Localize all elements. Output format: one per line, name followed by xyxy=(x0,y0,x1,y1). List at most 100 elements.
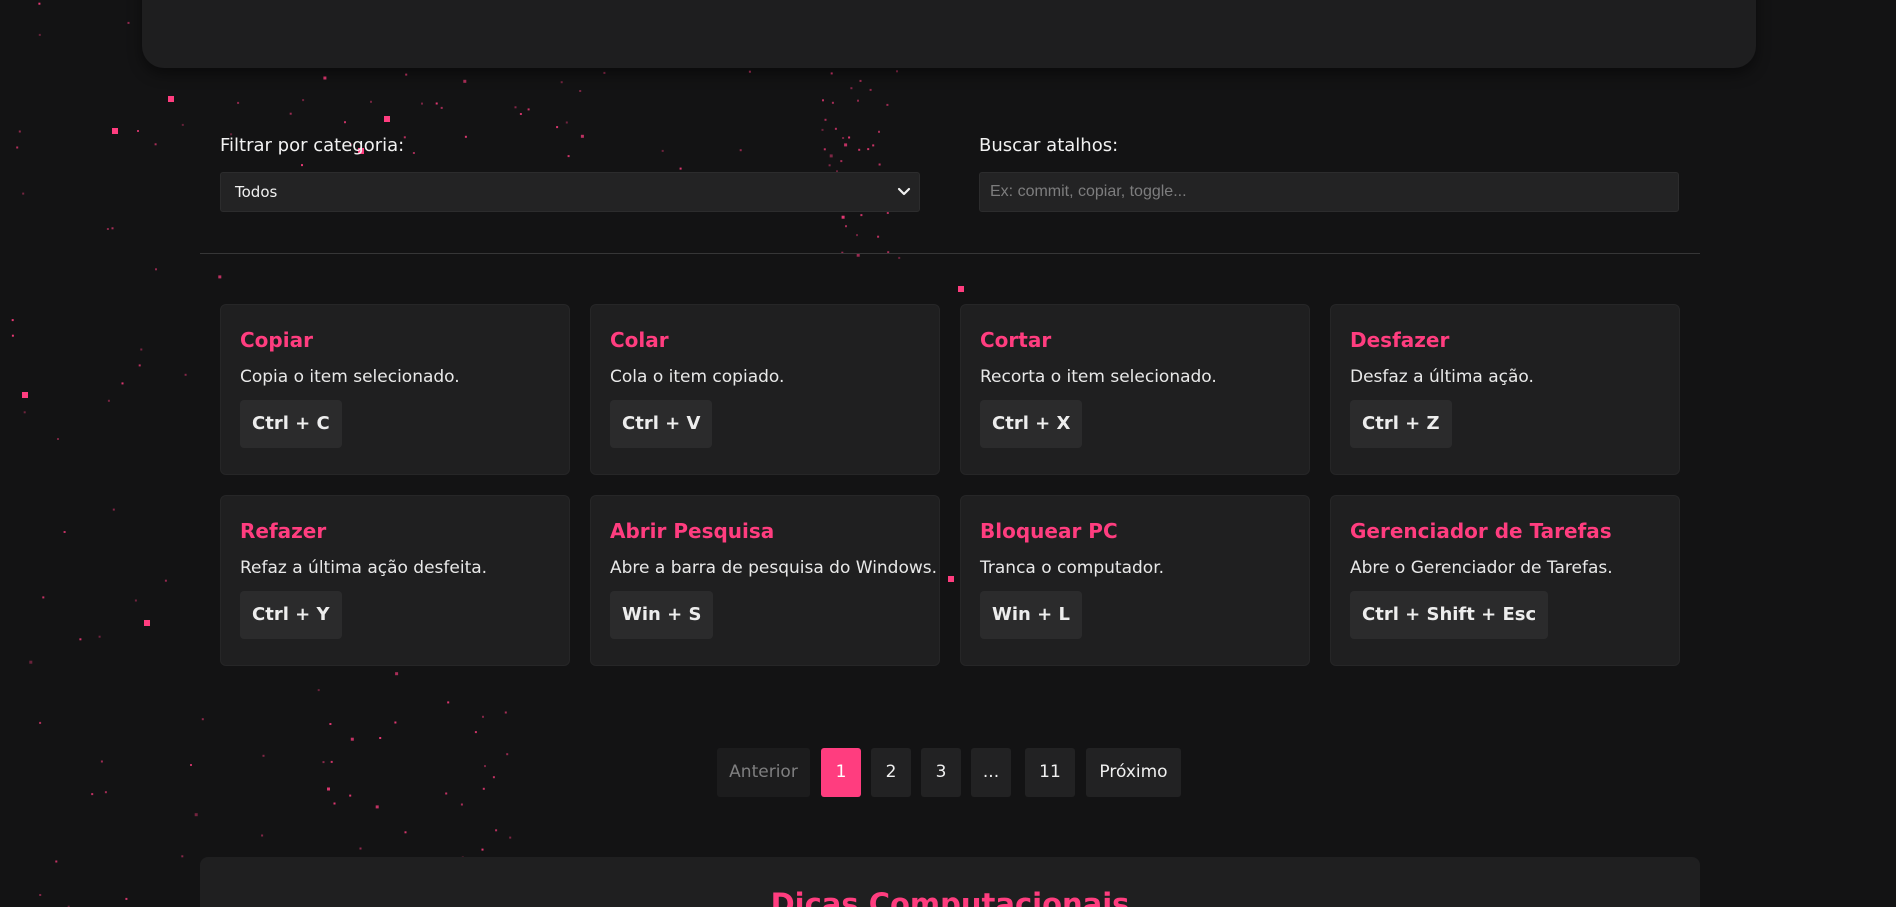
particle xyxy=(39,721,42,724)
particle xyxy=(850,87,853,90)
shortcut-card-colar[interactable]: Colar Cola o item copiado. Ctrl + V xyxy=(590,304,940,475)
shortcut-keys: Ctrl + C xyxy=(240,400,342,448)
particle xyxy=(79,638,82,641)
particle xyxy=(323,76,327,80)
shortcut-card-copiar[interactable]: Copiar Copia o item selecionado. Ctrl + … xyxy=(220,304,570,475)
particle xyxy=(405,73,408,76)
shortcut-title: Gerenciador de Tarefas xyxy=(1350,519,1612,543)
next-page-button[interactable]: Próximo xyxy=(1086,748,1181,797)
shortcut-title: Colar xyxy=(610,328,669,352)
shortcut-keys: Win + S xyxy=(610,591,714,639)
particle xyxy=(22,192,25,195)
particle xyxy=(140,348,143,351)
particle xyxy=(379,737,382,739)
particle xyxy=(869,88,872,91)
shortcut-description: Copia o item selecionado. xyxy=(240,367,460,387)
particle xyxy=(181,123,184,126)
shortcut-description: Desfaz a última ação. xyxy=(1350,367,1534,387)
shortcut-keys: Ctrl + Shift + Esc xyxy=(1350,591,1549,639)
particle xyxy=(63,531,66,533)
particle xyxy=(344,121,346,124)
particle xyxy=(125,897,128,900)
particle xyxy=(29,660,33,664)
shortcut-title: Abrir Pesquisa xyxy=(610,519,775,543)
particle xyxy=(748,70,751,73)
shortcut-keys: Ctrl + Z xyxy=(1350,400,1452,448)
particle xyxy=(834,127,837,130)
shortcut-card-bloquear-pc[interactable]: Bloquear PC Tranca o computador. Win + L xyxy=(960,495,1310,666)
particle xyxy=(527,108,530,111)
particle xyxy=(11,334,14,337)
shortcut-card-gerenciador-de-tarefas[interactable]: Gerenciador de Tarefas Abre o Gerenciado… xyxy=(1330,495,1680,666)
particle xyxy=(289,112,292,115)
shortcut-card-refazer[interactable]: Refazer Refaz a última ação desfeita. Ct… xyxy=(220,495,570,666)
tips-section-title: Dicas Computacionais xyxy=(770,887,1130,907)
shortcut-card-abrir-pesquisa[interactable]: Abrir Pesquisa Abre a barra de pesquisa … xyxy=(590,495,940,666)
particle xyxy=(460,803,463,806)
previous-page-button[interactable]: Anterior xyxy=(717,748,810,797)
particle xyxy=(514,106,517,109)
particle xyxy=(856,234,858,237)
particle xyxy=(121,382,124,385)
particle xyxy=(154,143,157,146)
shortcut-keys: Ctrl + X xyxy=(980,400,1083,448)
particle xyxy=(404,831,407,834)
particle xyxy=(127,21,130,24)
particle xyxy=(317,689,320,692)
particle xyxy=(560,81,563,84)
particle xyxy=(112,128,118,134)
particle xyxy=(201,718,204,721)
particle xyxy=(38,2,41,5)
particle xyxy=(107,399,110,402)
particle xyxy=(11,319,14,322)
category-select[interactable]: Todos xyxy=(220,172,920,212)
shortcut-title: Desfazer xyxy=(1350,328,1450,352)
particle xyxy=(261,834,264,837)
particle xyxy=(194,813,198,817)
category-filter: Filtrar por categoria: Todos xyxy=(220,133,920,212)
particle xyxy=(38,33,41,36)
shortcut-title: Copiar xyxy=(240,328,313,352)
page-button-3[interactable]: 3 xyxy=(921,748,961,797)
particle xyxy=(845,225,847,228)
particle xyxy=(841,215,845,219)
particle xyxy=(23,411,26,414)
particle xyxy=(860,214,863,217)
filters-bar: Filtrar por categoria: Todos Buscar atal… xyxy=(220,133,1680,213)
particle xyxy=(155,268,157,271)
particle xyxy=(98,635,101,638)
shortcut-card-cortar[interactable]: Cortar Recorta o item selecionado. Ctrl … xyxy=(960,304,1310,475)
shortcut-keys: Ctrl + Y xyxy=(240,591,342,639)
particle xyxy=(55,860,58,863)
particle xyxy=(375,805,379,809)
particle xyxy=(421,102,423,105)
particle xyxy=(856,253,860,257)
particle xyxy=(112,508,115,511)
tips-section: Dicas Computacionais xyxy=(200,857,1700,907)
search-input[interactable] xyxy=(979,172,1679,212)
particle xyxy=(184,373,187,376)
particle xyxy=(138,364,141,367)
particle xyxy=(482,715,484,718)
particle xyxy=(603,71,606,74)
shortcut-title: Cortar xyxy=(980,328,1052,352)
particle xyxy=(359,847,362,850)
particle xyxy=(579,90,582,92)
particle xyxy=(395,672,399,676)
particle xyxy=(896,70,898,73)
page-button-2[interactable]: 2 xyxy=(871,748,911,797)
page-button-1[interactable]: 1 xyxy=(821,748,861,797)
shortcut-title: Refazer xyxy=(240,519,327,543)
page-button-11[interactable]: 11 xyxy=(1025,748,1075,797)
particle xyxy=(481,848,484,851)
shortcut-description: Refaz a última ação desfeita. xyxy=(240,558,488,578)
particle xyxy=(886,103,889,106)
shortcut-card-desfazer[interactable]: Desfazer Desfaz a última ação. Ctrl + Z xyxy=(1330,304,1680,475)
particle xyxy=(877,235,880,238)
particle xyxy=(57,438,59,440)
particle xyxy=(181,855,184,858)
particle xyxy=(822,99,824,102)
particle xyxy=(821,128,824,131)
particle xyxy=(504,711,507,714)
particle xyxy=(329,723,332,725)
